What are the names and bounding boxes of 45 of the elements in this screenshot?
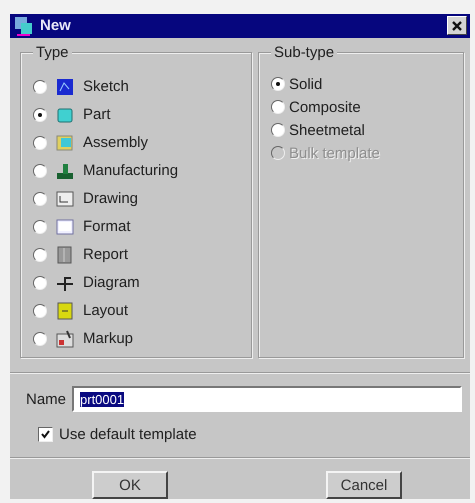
radio-button[interactable]	[33, 332, 47, 346]
option-label[interactable]: Composite	[289, 98, 361, 116]
radio-button[interactable]	[271, 123, 285, 138]
markup-icon	[55, 328, 75, 349]
option-label[interactable]: Manufacturing	[83, 162, 178, 180]
radio-button[interactable]	[33, 80, 47, 94]
close-button[interactable]	[447, 16, 467, 36]
radio-button[interactable]	[33, 164, 47, 178]
option-label[interactable]: Sheetmetal	[289, 122, 365, 139]
radio-button[interactable]	[33, 192, 47, 206]
radio-button[interactable]	[271, 77, 285, 92]
option-label: Bulk template	[289, 144, 380, 162]
layout-icon	[55, 300, 75, 321]
option-label[interactable]: Layout	[83, 302, 128, 320]
radio-button[interactable]	[33, 108, 47, 122]
option-label[interactable]: Part	[83, 106, 111, 124]
group-title: Sub-type	[271, 44, 338, 61]
radio-button[interactable]	[33, 304, 47, 318]
assembly-icon	[55, 132, 75, 153]
app-icon	[14, 16, 34, 36]
option-label[interactable]: Assembly	[83, 134, 148, 152]
drawing-icon	[55, 188, 75, 209]
option-label[interactable]: Sketch	[83, 78, 129, 96]
radio-button[interactable]	[33, 136, 47, 150]
option-label[interactable]: Report	[83, 246, 128, 264]
option-label[interactable]: Solid	[289, 76, 322, 93]
ok-button[interactable]: OK	[92, 471, 168, 499]
sketch-icon	[55, 76, 75, 97]
option-label[interactable]: Markup	[83, 330, 134, 348]
close-icon	[452, 20, 462, 31]
cancel-button[interactable]: Cancel	[326, 471, 402, 499]
checkbox[interactable]	[38, 427, 53, 442]
radio-button[interactable]	[33, 220, 47, 234]
option-label[interactable]: Format	[83, 218, 131, 236]
radio-button[interactable]	[33, 276, 47, 290]
format-icon	[55, 216, 75, 237]
option-label[interactable]: Diagram	[83, 274, 140, 292]
group-title: Type	[33, 44, 72, 61]
checkbox-label[interactable]: Use default template	[59, 426, 197, 443]
window-title: New	[40, 17, 72, 34]
radio-button[interactable]	[33, 248, 47, 262]
radio-button[interactable]	[271, 100, 285, 114]
option-label[interactable]: Drawing	[83, 190, 138, 208]
field-label: Name	[26, 390, 66, 408]
name-field[interactable]: prt0001	[72, 386, 462, 412]
